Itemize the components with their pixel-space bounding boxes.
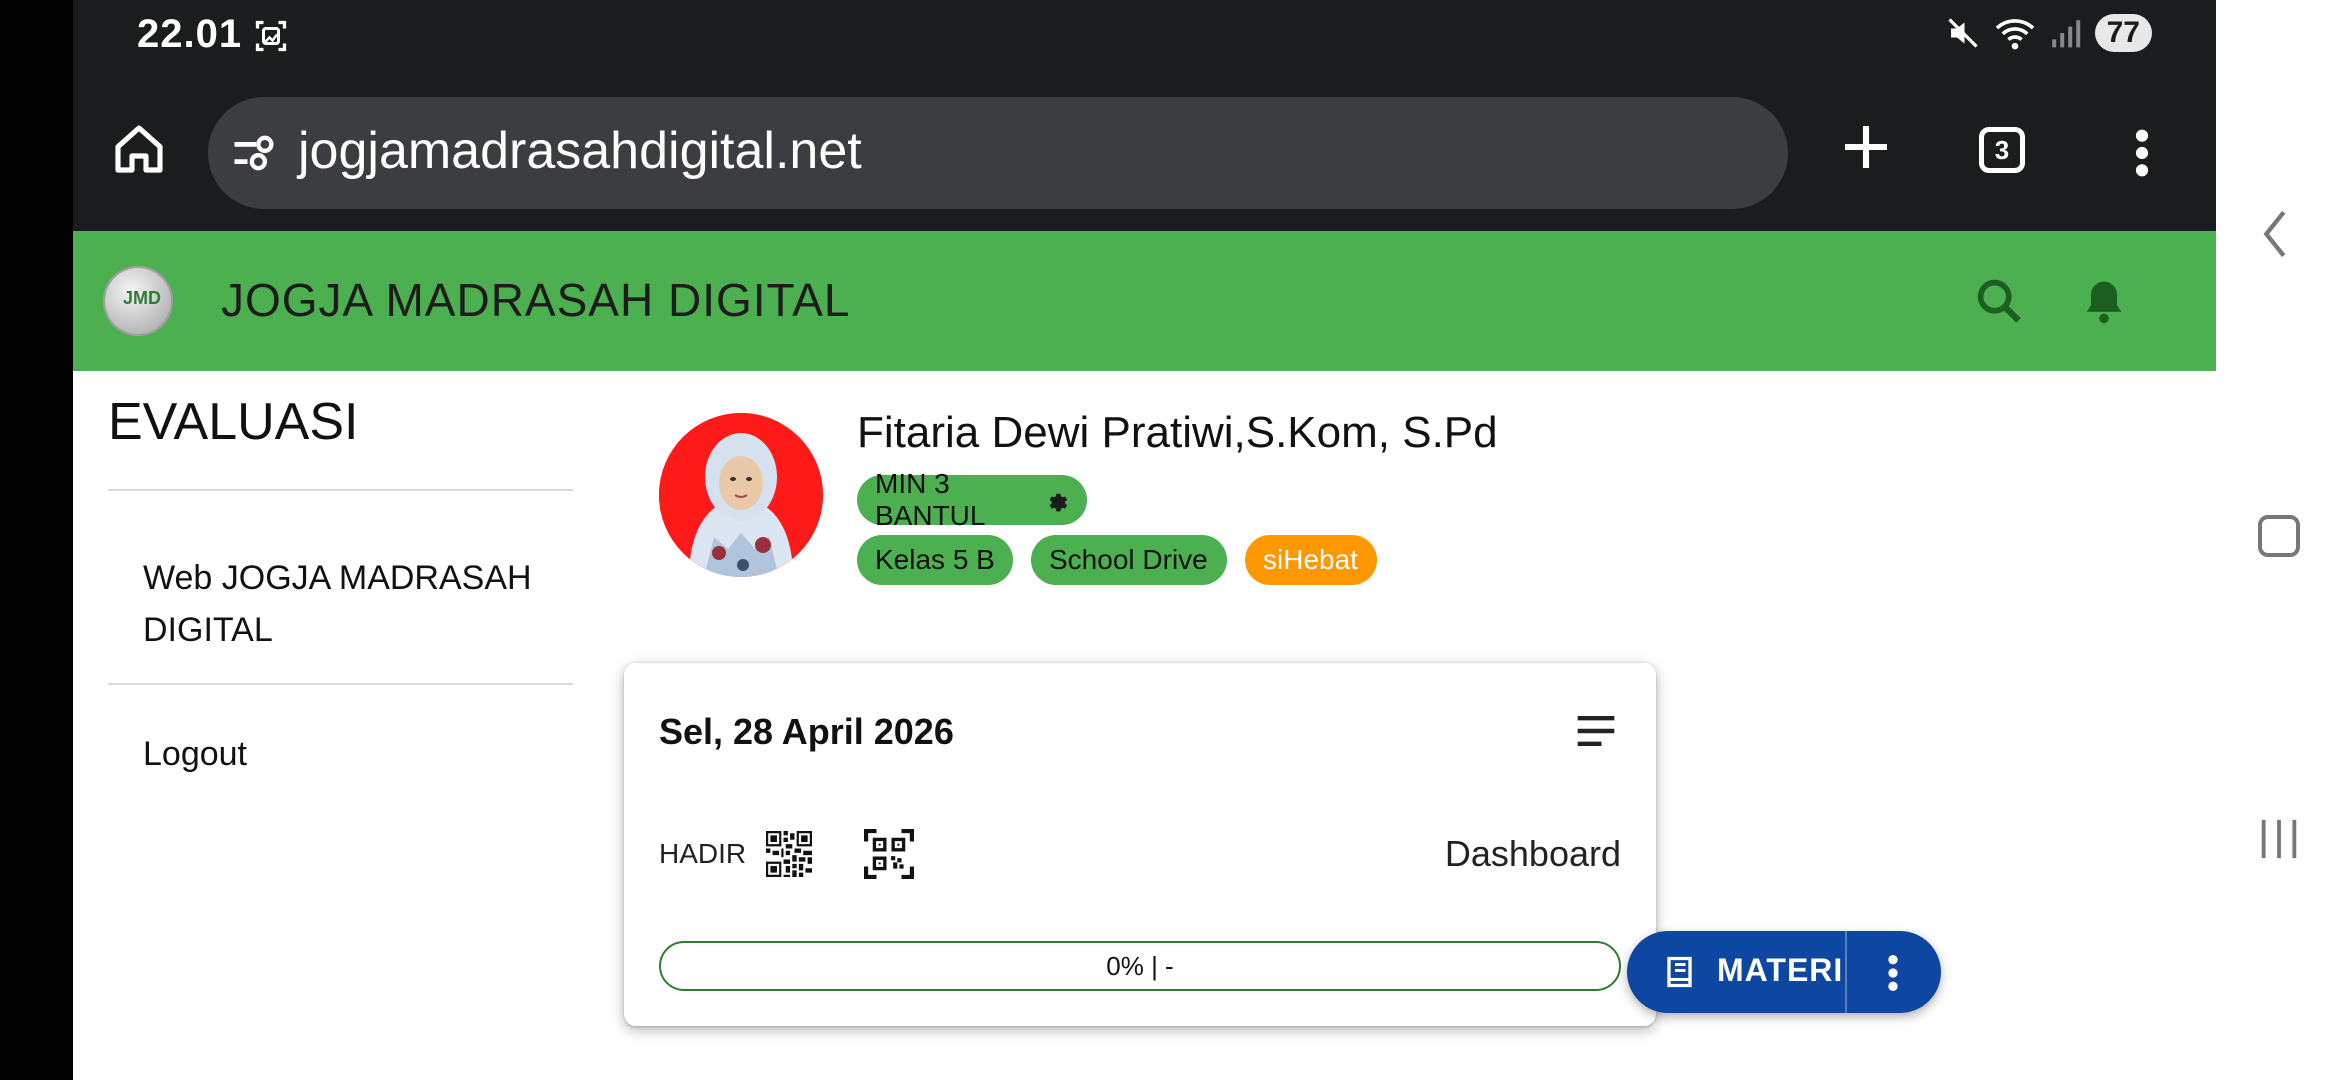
sidebar-item-web-jmd[interactable]: Web JOGJA MADRASAH DIGITAL [143, 552, 532, 656]
sidebar-divider [108, 683, 573, 685]
materi-fab[interactable]: MATERI [1627, 931, 1941, 1013]
signal-icon [2051, 20, 2080, 48]
phone-screen: 22.01 77 jogjamadrasahdigital.net 3 JMD … [73, 0, 2216, 1080]
system-navigation-bar [2216, 0, 2340, 1080]
school-drive-chip[interactable]: School Drive [1031, 535, 1227, 585]
user-name: Fitaria Dewi Pratiwi,S.Kom, S.Pd [857, 408, 1498, 457]
wifi-icon [1995, 19, 2034, 50]
fab-more-icon[interactable] [1883, 953, 1903, 993]
screenshot-icon [255, 20, 287, 52]
notification-bell-icon[interactable] [2078, 273, 2130, 329]
search-icon[interactable] [1973, 275, 2025, 327]
qr-code-icon[interactable] [766, 831, 812, 877]
status-time: 22.01 [137, 12, 243, 56]
school-name: MIN 3 BANTUL [875, 468, 986, 531]
status-icons: 77 [1945, 14, 2152, 52]
app-header: JMD JOGJA MADRASAH DIGITAL [73, 231, 2216, 371]
sidebar-item-label-line2: DIGITAL [143, 611, 273, 649]
sidebar-heading: EVALUASI [108, 393, 359, 451]
sidebar-divider [108, 489, 573, 491]
app-title: JOGJA MADRASAH DIGITAL [221, 274, 851, 326]
battery-level: 77 [2094, 14, 2152, 52]
progress-text: 0% | - [1106, 951, 1174, 981]
home-nav-icon[interactable] [2258, 515, 2300, 557]
back-icon[interactable] [2260, 208, 2290, 260]
settings-gear-icon[interactable] [1044, 485, 1069, 515]
attendance-label: HADIR [659, 838, 747, 869]
attendance-card: Sel, 28 April 2026 HADIR Dashboard 0% | … [624, 663, 1656, 1026]
address-bar[interactable]: jogjamadrasahdigital.net [208, 97, 1788, 209]
tab-switcher-button[interactable]: 3 [1979, 127, 2025, 173]
sort-menu-icon[interactable] [1574, 713, 1618, 749]
materi-label: MATERI [1717, 952, 1844, 988]
browser-toolbar: jogjamadrasahdigital.net 3 [73, 75, 2216, 231]
site-settings-icon[interactable] [228, 127, 280, 179]
progress-bar: 0% | - [659, 941, 1621, 991]
dashboard-link[interactable]: Dashboard [1445, 833, 1621, 875]
avatar[interactable] [659, 413, 823, 577]
app-logo[interactable]: JMD [103, 266, 173, 336]
recent-apps-icon[interactable] [2256, 815, 2302, 863]
logo-mark: JMD [123, 288, 162, 308]
sidebar-item-label-line1: Web JOGJA MADRASAH [143, 559, 532, 597]
url-text[interactable]: jogjamadrasahdigital.net [298, 121, 862, 181]
avatar-photo [659, 413, 823, 577]
school-chip[interactable]: MIN 3 BANTUL [857, 468, 1087, 531]
book-icon [1667, 956, 1692, 988]
card-date: Sel, 28 April 2026 [659, 711, 954, 752]
status-bar: 22.01 77 [73, 0, 2216, 75]
sihebat-chip[interactable]: siHebat [1245, 535, 1377, 585]
class-chip[interactable]: Kelas 5 B [857, 535, 1013, 585]
home-icon[interactable] [111, 119, 167, 179]
mute-icon [1947, 18, 1978, 48]
sidebar-item-logout[interactable]: Logout [143, 728, 247, 780]
qr-scan-icon[interactable] [864, 829, 914, 879]
new-tab-icon[interactable] [1838, 119, 1894, 175]
fab-separator [1845, 931, 1847, 1013]
more-options-icon[interactable] [2128, 127, 2156, 179]
